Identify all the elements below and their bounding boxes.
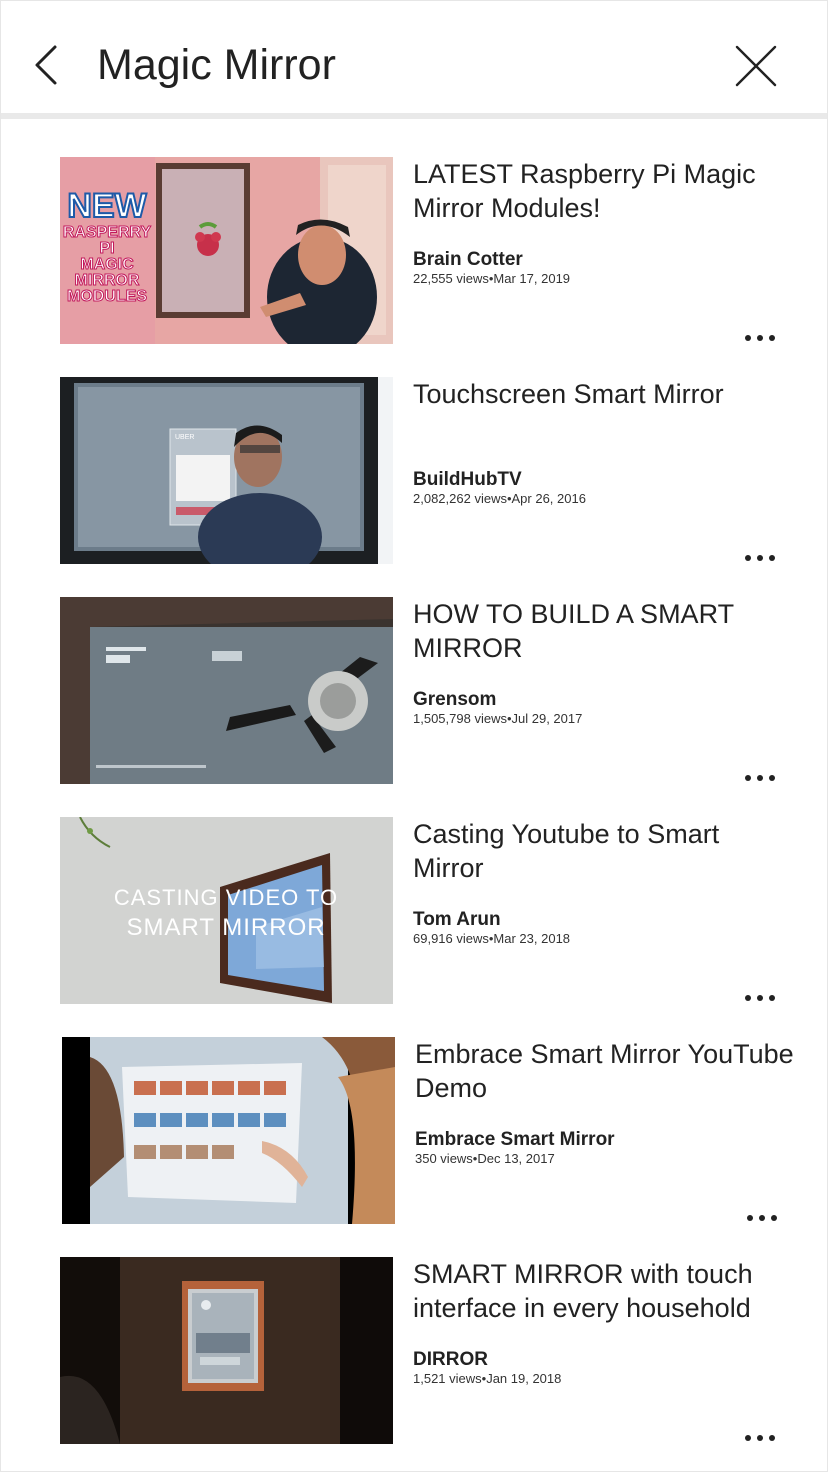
video-title[interactable]: SMART MIRROR with touch interface in eve… — [413, 1257, 793, 1325]
svg-text:SMART MIRROR: SMART MIRROR — [126, 914, 325, 941]
video-stats: 69,916 views•Mar 23, 2018 — [413, 931, 571, 946]
more-options-button[interactable] — [744, 1211, 780, 1225]
chevron-left-icon — [35, 45, 57, 85]
svg-text:CASTING VIDEO TO: CASTING VIDEO TO — [114, 885, 338, 910]
header-bar: Magic Mirror — [1, 1, 827, 113]
channel-name: Tom Arun — [413, 909, 501, 930]
video-title[interactable]: Casting Youtube to Smart Mirror — [413, 817, 793, 885]
svg-text:MIRROR: MIRROR — [75, 272, 140, 289]
more-options-button[interactable] — [742, 771, 778, 785]
video-list: NEW RASPERRY PI MAGIC MIRROR MODULES LAT… — [1, 141, 827, 1461]
more-horizontal-icon — [745, 995, 775, 1001]
video-thumbnail[interactable]: NEW RASPERRY PI MAGIC MIRROR MODULES — [60, 157, 393, 344]
page-title: Magic Mirror — [97, 41, 336, 89]
video-title[interactable]: Embrace Smart Mirror YouTube Demo — [415, 1037, 795, 1105]
channel-name: BuildHubTV — [413, 469, 522, 490]
video-thumbnail[interactable] — [60, 597, 393, 784]
video-thumbnail[interactable] — [60, 1257, 393, 1444]
app-frame: Magic Mirror NEW RASPERRY PI MAGIC MIRRO… — [0, 0, 828, 1472]
svg-text:PI: PI — [99, 240, 114, 257]
video-thumbnail[interactable] — [62, 1037, 395, 1224]
video-item[interactable]: Embrace Smart Mirror YouTube Demo Embrac… — [1, 1021, 827, 1241]
channel-name: Embrace Smart Mirror — [415, 1129, 615, 1150]
thumbnail-image: UBER — [60, 377, 393, 564]
more-horizontal-icon — [747, 1215, 777, 1221]
svg-text:RASPERRY: RASPERRY — [63, 224, 152, 241]
more-options-button[interactable] — [742, 1431, 778, 1445]
video-stats: 350 views•Dec 13, 2017 — [415, 1151, 555, 1166]
more-horizontal-icon — [745, 775, 775, 781]
video-meta: HOW TO BUILD A SMART MIRROR Grensom 1,50… — [413, 597, 793, 727]
video-stats: 22,555 views•Mar 17, 2019 — [413, 271, 571, 286]
video-thumbnail[interactable]: UBER — [60, 377, 393, 564]
video-meta: Touchscreen Smart Mirror BuildHubTV 2,08… — [413, 377, 793, 507]
channel-name: Grensom — [413, 689, 497, 710]
video-meta: LATEST Raspberry Pi Magic Mirror Modules… — [413, 157, 793, 287]
video-item[interactable]: SMART MIRROR with touch interface in eve… — [1, 1241, 827, 1461]
more-options-button[interactable] — [742, 991, 778, 1005]
thumbnail-image — [62, 1037, 395, 1224]
video-title[interactable]: HOW TO BUILD A SMART MIRROR — [413, 597, 793, 665]
thumbnail-image: NEW RASPERRY PI MAGIC MIRROR MODULES — [60, 157, 393, 344]
header-divider — [1, 113, 827, 119]
more-horizontal-icon — [745, 335, 775, 341]
channel-name: Brain Cotter — [413, 249, 523, 270]
video-title[interactable]: Touchscreen Smart Mirror — [413, 377, 793, 445]
svg-text:MAGIC: MAGIC — [80, 256, 134, 273]
back-button[interactable] — [23, 35, 73, 95]
thumbnail-image — [60, 1257, 393, 1444]
more-horizontal-icon — [745, 555, 775, 561]
video-meta: Casting Youtube to Smart Mirror Tom Arun… — [413, 817, 793, 947]
video-stats: 1,505,798 views•Jul 29, 2017 — [413, 711, 583, 726]
video-title[interactable]: LATEST Raspberry Pi Magic Mirror Modules… — [413, 157, 793, 225]
more-options-button[interactable] — [742, 331, 778, 345]
video-item[interactable]: UBER Touchscreen Smart Mirror BuildHubTV… — [1, 361, 827, 581]
video-meta: SMART MIRROR with touch interface in eve… — [413, 1257, 793, 1387]
video-thumbnail[interactable]: CASTING VIDEO TO SMART MIRROR — [60, 817, 393, 1004]
svg-text:NEW: NEW — [67, 187, 147, 225]
channel-name: DIRROR — [413, 1349, 488, 1370]
video-stats: 2,082,262 views•Apr 26, 2016 — [413, 491, 586, 506]
video-item[interactable]: NEW RASPERRY PI MAGIC MIRROR MODULES LAT… — [1, 141, 827, 361]
svg-text:UBER: UBER — [175, 434, 194, 441]
thumbnail-image: CASTING VIDEO TO SMART MIRROR — [60, 817, 393, 1004]
thumbnail-image — [60, 597, 393, 784]
video-item[interactable]: CASTING VIDEO TO SMART MIRROR Casting Yo… — [1, 801, 827, 1021]
video-item[interactable]: HOW TO BUILD A SMART MIRROR Grensom 1,50… — [1, 581, 827, 801]
more-horizontal-icon — [745, 1435, 775, 1441]
close-icon — [735, 45, 777, 87]
more-options-button[interactable] — [742, 551, 778, 565]
close-button[interactable] — [731, 41, 783, 93]
svg-text:MODULES: MODULES — [67, 288, 147, 305]
video-meta: Embrace Smart Mirror YouTube Demo Embrac… — [415, 1037, 795, 1167]
video-stats: 1,521 views•Jan 19, 2018 — [413, 1371, 562, 1386]
